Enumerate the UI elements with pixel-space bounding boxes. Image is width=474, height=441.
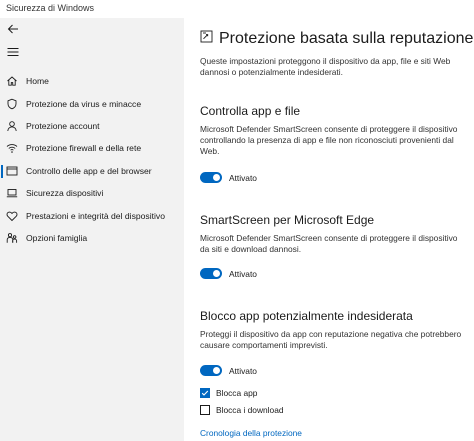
sidebar-item-device-security[interactable]: Sicurezza dispositivi bbox=[0, 182, 184, 204]
section-title-pua-blocking: Blocco app potenzialmente indesiderata bbox=[200, 309, 413, 323]
toggle-label: Attivato bbox=[229, 172, 257, 183]
sidebar-item-label: Protezione da virus e minacce bbox=[26, 98, 142, 109]
home-icon bbox=[6, 75, 18, 87]
checkbox-label: Blocca i download bbox=[216, 405, 284, 415]
window-title: Sicurezza di Windows bbox=[6, 3, 95, 13]
main-content: Protezione basata sulla reputazione Ques… bbox=[184, 18, 474, 441]
sidebar-item-family-options[interactable]: Opzioni famiglia bbox=[0, 227, 184, 249]
title-bar: Sicurezza di Windows bbox=[0, 0, 474, 18]
toggle-row-smartscreen-edge: Attivato bbox=[200, 268, 257, 279]
sidebar-item-label: Protezione account bbox=[26, 120, 100, 131]
sidebar-item-label: Home bbox=[26, 76, 49, 87]
sidebar-item-virus-protection[interactable]: Protezione da virus e minacce bbox=[0, 92, 184, 114]
sidebar-item-label: Controllo delle app e del browser bbox=[26, 165, 152, 176]
checkbox-row-block-downloads: Blocca i download bbox=[200, 405, 284, 415]
sidebar-item-app-browser-control[interactable]: Controllo delle app e del browser bbox=[0, 160, 184, 182]
protection-history-link[interactable]: Cronologia della protezione bbox=[200, 428, 302, 438]
block-downloads-checkbox[interactable] bbox=[200, 405, 210, 415]
toggle-row-pua-blocking: Attivato bbox=[200, 365, 257, 376]
checkbox-label: Blocca app bbox=[216, 388, 258, 398]
laptop-icon bbox=[6, 187, 18, 199]
section-text-pua-blocking: Proteggi il dispositivo da app con reput… bbox=[200, 329, 462, 350]
checkbox-row-block-apps: Blocca app bbox=[200, 388, 257, 398]
hamburger-menu-icon[interactable] bbox=[6, 45, 20, 59]
check-apps-toggle[interactable] bbox=[200, 172, 222, 183]
sidebar-nav: Home Protezione da virus e minacce Prote… bbox=[0, 70, 184, 249]
heart-icon bbox=[6, 210, 18, 222]
reputation-icon bbox=[200, 30, 213, 48]
section-text-smartscreen-edge: Microsoft Defender SmartScreen consente … bbox=[200, 233, 458, 254]
toggle-label: Attivato bbox=[229, 268, 257, 279]
sidebar-item-label: Opzioni famiglia bbox=[26, 232, 88, 243]
sidebar-item-label: Prestazioni e integrità del dispositivo bbox=[26, 210, 166, 221]
back-arrow-icon[interactable] bbox=[6, 22, 20, 36]
person-icon bbox=[6, 120, 18, 132]
checkmark-icon bbox=[201, 390, 209, 396]
toggle-label: Attivato bbox=[229, 365, 257, 376]
sidebar-item-device-performance[interactable]: Prestazioni e integrità del dispositivo bbox=[0, 204, 184, 226]
section-title-smartscreen-edge: SmartScreen per Microsoft Edge bbox=[200, 213, 375, 227]
sidebar-item-home[interactable]: Home bbox=[0, 70, 184, 92]
sidebar-item-label: Sicurezza dispositivi bbox=[26, 188, 104, 199]
block-apps-checkbox[interactable] bbox=[200, 388, 210, 398]
toggle-row-check-apps: Attivato bbox=[200, 172, 257, 183]
sidebar-item-account-protection[interactable]: Protezione account bbox=[0, 115, 184, 137]
sidebar-item-label: Protezione firewall e della rete bbox=[26, 143, 142, 154]
family-icon bbox=[6, 232, 18, 244]
sidebar: Home Protezione da virus e minacce Prote… bbox=[0, 18, 184, 441]
smartscreen-edge-toggle[interactable] bbox=[200, 268, 222, 279]
sidebar-item-firewall[interactable]: Protezione firewall e della rete bbox=[0, 137, 184, 159]
shield-icon bbox=[6, 98, 18, 110]
section-title-check-apps: Controlla app e file bbox=[200, 104, 301, 118]
pua-blocking-toggle[interactable] bbox=[200, 365, 222, 376]
section-text-check-apps: Microsoft Defender SmartScreen consente … bbox=[200, 124, 458, 156]
page-title: Protezione basata sulla reputazione bbox=[219, 30, 474, 47]
page-header: Protezione basata sulla reputazione bbox=[200, 30, 473, 48]
page-description: Queste impostazioni proteggono il dispos… bbox=[200, 56, 451, 77]
app-browser-icon bbox=[6, 165, 18, 177]
wifi-icon bbox=[6, 142, 18, 154]
